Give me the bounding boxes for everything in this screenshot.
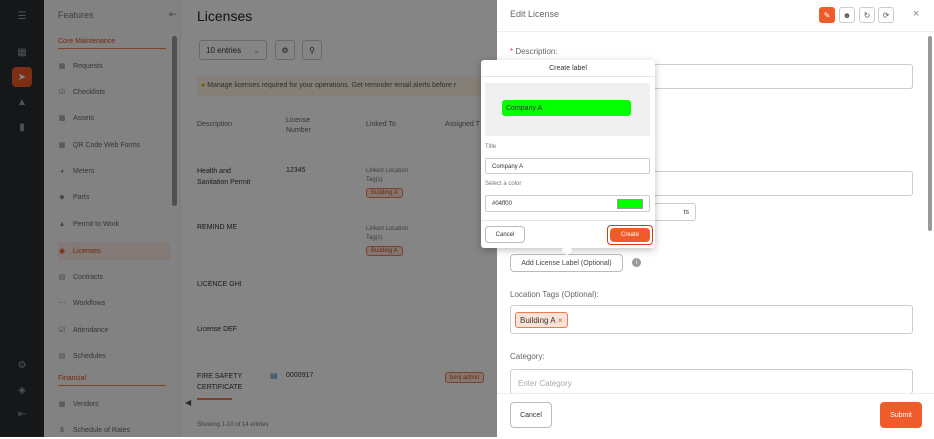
label-preview: Company A	[485, 83, 650, 136]
info-icon[interactable]: i	[632, 258, 641, 267]
modal-overlay	[0, 0, 497, 437]
refresh-icon[interactable]: ⟳	[878, 7, 894, 23]
users-icon[interactable]: ☻	[839, 7, 855, 23]
history-icon[interactable]: ↻	[859, 7, 875, 23]
location-tags-label: Location Tags (Optional):	[510, 290, 599, 299]
cancel-button[interactable]: Cancel	[510, 402, 552, 428]
panel-footer	[497, 393, 934, 437]
color-input[interactable]: #04ff00	[485, 195, 650, 212]
popup-create-focus-ring: Create	[607, 225, 653, 245]
panel-scrollbar[interactable]	[928, 36, 932, 231]
panel-title: Edit License	[510, 9, 560, 19]
label-title-input[interactable]: Company A	[485, 158, 650, 174]
label-preview-chip: Company A	[502, 100, 631, 116]
remove-tag-icon[interactable]: ×	[558, 316, 563, 325]
submit-button[interactable]: Submit	[880, 402, 922, 428]
color-field-label: Select a color	[485, 181, 522, 187]
category-label: Category:	[510, 352, 545, 361]
location-tag-chip: Building A ×	[515, 312, 568, 328]
popup-cancel-button[interactable]: Cancel	[485, 226, 525, 243]
close-icon[interactable]: ×	[913, 8, 919, 20]
category-input[interactable]: Enter Category	[510, 369, 913, 394]
popup-footer-divider	[481, 220, 655, 221]
popup-title: Create label	[549, 65, 587, 72]
header-divider	[497, 31, 934, 32]
popup-divider	[481, 76, 655, 77]
description-label: * Description:	[510, 47, 558, 56]
color-swatch[interactable]	[617, 199, 643, 209]
add-license-label-button[interactable]: Add License Label (Optional)	[510, 254, 623, 272]
create-label-popup: Create label Company A Title Company A S…	[481, 60, 655, 256]
title-field-label: Title	[485, 144, 497, 150]
popup-create-button[interactable]: Create	[610, 228, 650, 242]
location-tags-input[interactable]: Building A ×	[510, 305, 913, 334]
edit-icon[interactable]: ✎	[819, 7, 835, 23]
